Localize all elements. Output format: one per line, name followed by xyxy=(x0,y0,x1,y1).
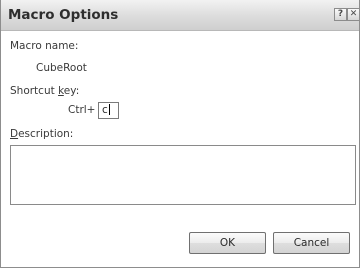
macro-options-dialog: Macro Options ? ✕ Macro name: CubeRoot S… xyxy=(0,0,360,268)
title-bar[interactable]: Macro Options ? ✕ xyxy=(1,0,360,31)
dialog-title: Macro Options xyxy=(8,7,119,23)
shortcut-key-input[interactable]: c xyxy=(98,102,119,119)
description-textarea[interactable] xyxy=(10,145,356,205)
macro-name-value: CubeRoot xyxy=(36,62,87,74)
ctrl-prefix-label: Ctrl+ xyxy=(68,104,96,116)
shortcut-key-label: Shortcut key: xyxy=(10,85,80,97)
macro-name-label: Macro name: xyxy=(10,40,79,52)
cancel-button[interactable]: Cancel xyxy=(273,232,350,254)
ok-button[interactable]: OK xyxy=(189,232,266,254)
close-icon[interactable]: ✕ xyxy=(347,8,360,21)
description-label: Description: xyxy=(10,128,74,140)
text-caret xyxy=(108,104,110,115)
help-icon[interactable]: ? xyxy=(334,8,347,21)
